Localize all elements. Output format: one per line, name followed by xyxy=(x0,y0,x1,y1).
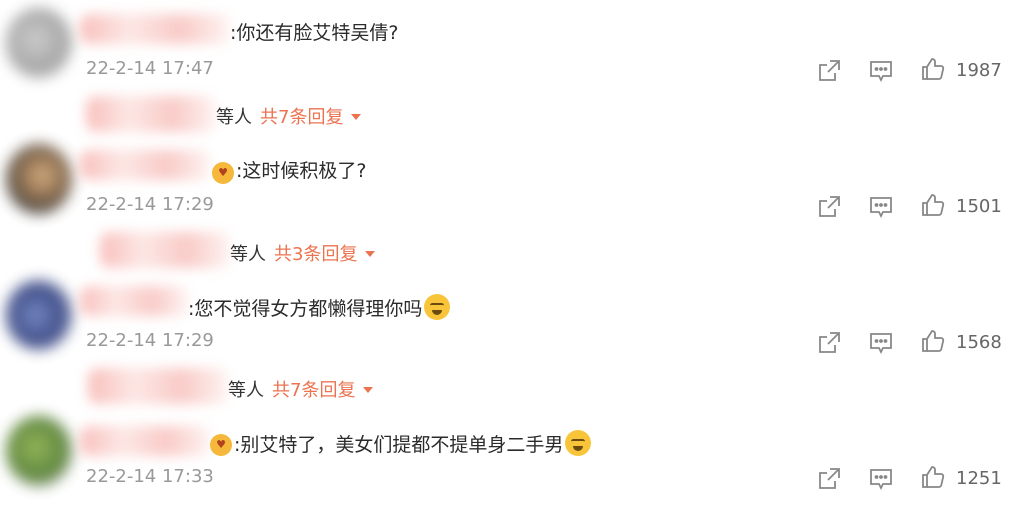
username-redacted xyxy=(80,150,210,180)
comment-icon[interactable] xyxy=(868,466,894,492)
comment-icon[interactable] xyxy=(868,330,894,356)
reply-count-link[interactable]: 共7条回复 xyxy=(260,107,343,128)
comment-item: :你还有脸艾特吴倩? 22-2-14 17:47 1987 等人 共7条回复 xyxy=(0,0,1024,136)
share-icon[interactable] xyxy=(816,194,842,220)
emoji-icon: ♥ xyxy=(210,434,232,456)
dropdown-caret-icon[interactable] xyxy=(365,251,376,257)
comment-timestamp: 22-2-14 17:29 xyxy=(86,194,214,215)
like-icon[interactable] xyxy=(920,192,946,218)
reply-users-suffix: 等人 xyxy=(230,244,266,265)
like-count: 1987 xyxy=(956,60,1002,81)
comment-timestamp: 22-2-14 17:47 xyxy=(86,58,214,79)
avatar[interactable] xyxy=(6,8,72,78)
comment-item: ♥ :这时候积极了? 22-2-14 17:29 1501 等人 共3条回复 xyxy=(0,136,1024,272)
unamused-emoji-icon xyxy=(424,294,451,320)
share-icon[interactable] xyxy=(816,466,842,492)
avatar[interactable] xyxy=(6,144,72,214)
dropdown-caret-icon[interactable] xyxy=(363,387,374,393)
username-redacted xyxy=(80,14,230,44)
username-redacted xyxy=(80,286,188,316)
comment-timestamp: 22-2-14 17:29 xyxy=(86,330,214,351)
avatar[interactable] xyxy=(6,280,72,350)
reply-users-redacted xyxy=(86,96,216,132)
share-icon[interactable] xyxy=(816,58,842,84)
comment-text: :别艾特了，美女们提都不提单身二手男 xyxy=(234,430,592,458)
reply-count-link[interactable]: 共3条回复 xyxy=(274,244,357,265)
like-icon[interactable] xyxy=(920,464,946,490)
like-icon[interactable] xyxy=(920,328,946,354)
reply-count-link[interactable]: 共7条回复 xyxy=(272,380,355,401)
reply-summary[interactable]: 等人 共7条回复 xyxy=(216,103,362,129)
comment-icon[interactable] xyxy=(868,194,894,220)
comment-text-content: :您不觉得女方都懒得理你吗 xyxy=(188,298,423,320)
comment-text: :你还有脸艾特吴倩? xyxy=(230,22,399,44)
reply-users-redacted xyxy=(88,368,228,404)
reply-users-suffix: 等人 xyxy=(216,107,252,128)
reply-users-redacted xyxy=(100,232,230,268)
comment-icon[interactable] xyxy=(868,58,894,84)
comment-timestamp: 22-2-14 17:33 xyxy=(86,466,214,487)
share-icon[interactable] xyxy=(816,330,842,356)
like-count: 1568 xyxy=(956,332,1002,353)
comment-item: :您不觉得女方都懒得理你吗 22-2-14 17:29 1568 等人 共7条回复 xyxy=(0,272,1024,408)
comment-item: ♥ :别艾特了，美女们提都不提单身二手男 22-2-14 17:33 1251 xyxy=(0,408,1024,505)
reply-users-suffix: 等人 xyxy=(228,380,264,401)
dropdown-caret-icon[interactable] xyxy=(351,114,362,120)
comment-text: :您不觉得女方都懒得理你吗 xyxy=(188,294,451,322)
comment-text-content: :别艾特了，美女们提都不提单身二手男 xyxy=(234,434,564,456)
reply-summary[interactable]: 等人 共7条回复 xyxy=(228,376,374,402)
comment-text: :这时候积极了? xyxy=(236,160,367,182)
like-count: 1251 xyxy=(956,468,1002,489)
username-redacted xyxy=(80,426,210,456)
laughing-emoji-icon xyxy=(565,430,592,456)
like-count: 1501 xyxy=(956,196,1002,217)
reply-summary[interactable]: 等人 共3条回复 xyxy=(230,240,376,266)
avatar[interactable] xyxy=(6,416,72,486)
like-icon[interactable] xyxy=(920,56,946,82)
emoji-icon: ♥ xyxy=(212,162,234,184)
